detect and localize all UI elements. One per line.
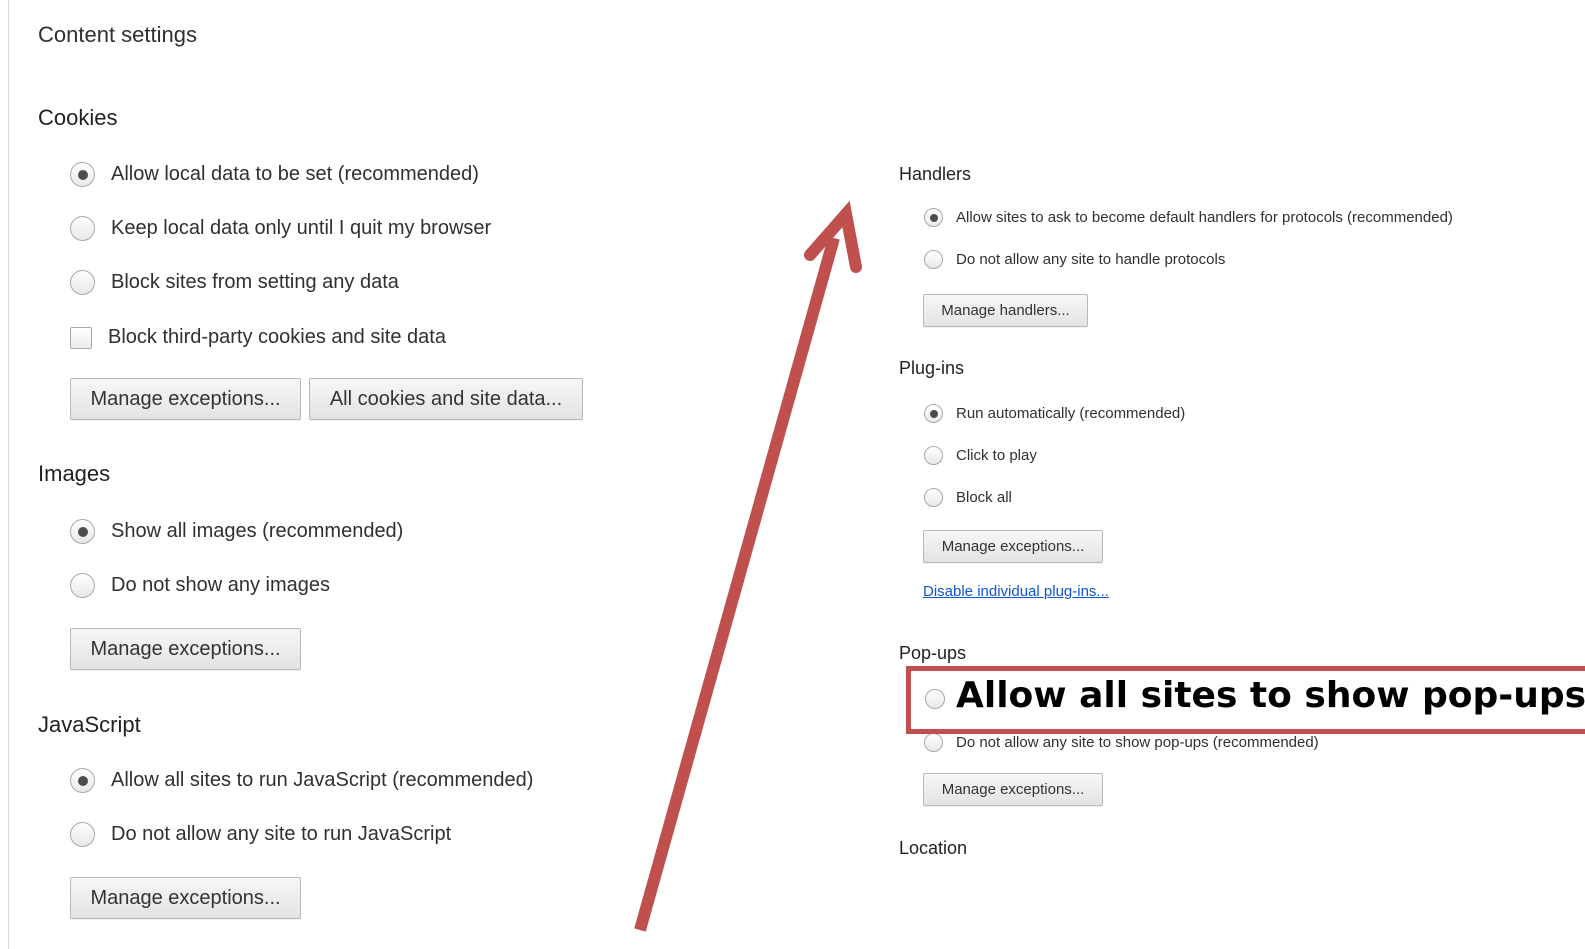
arrow-icon [634,200,862,932]
